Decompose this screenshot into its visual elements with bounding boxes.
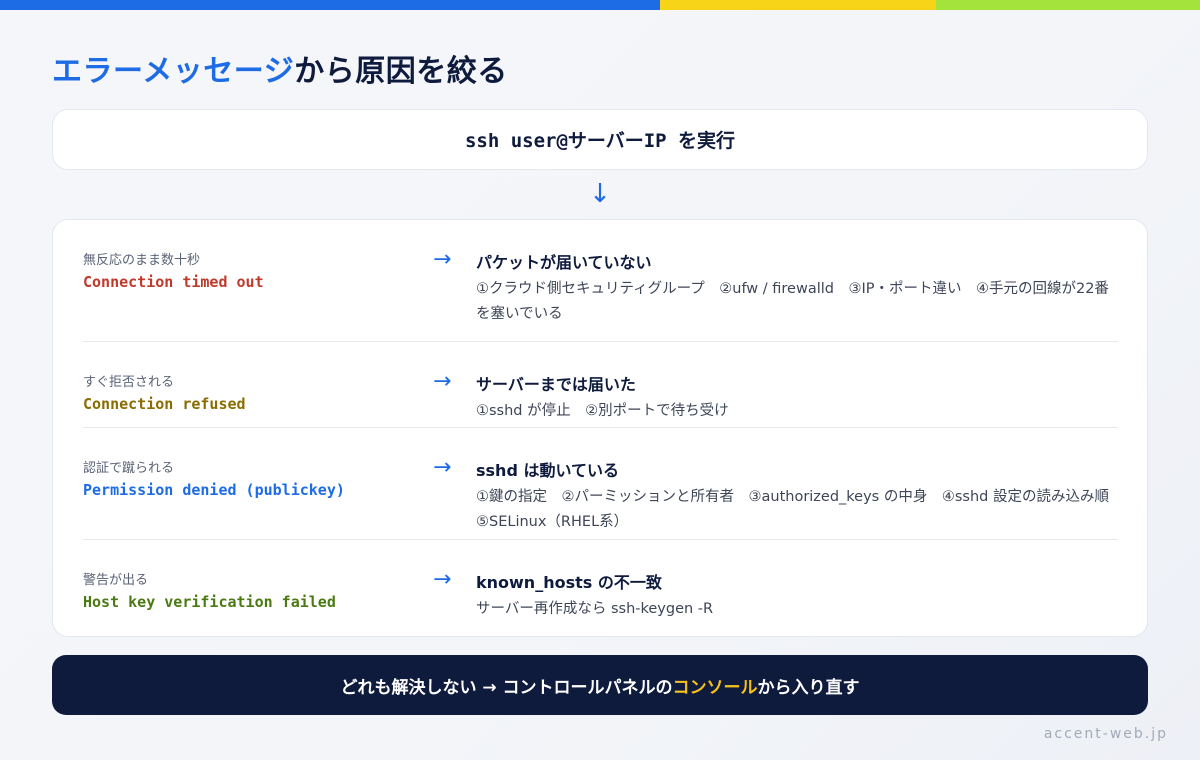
error-message: Permission denied (publickey) [83, 481, 345, 499]
command-text: ssh user@サーバーIP を実行 [464, 130, 736, 152]
error-row-permission-denied: 認証で蹴られる Permission denied (publickey) → … [83, 428, 1124, 540]
error-table-card: 無反応のまま数十秒 Connection timed out → パケットが届い… [52, 219, 1148, 637]
command-box: ssh user@サーバーIP を実行 [52, 109, 1148, 170]
error-message: Host key verification failed [83, 593, 336, 611]
causes-text: ①クラウド側セキュリティグループ ②ufw / firewalld ③IP・ポー… [476, 281, 1109, 322]
fallback-highlight: コンソール [672, 677, 758, 698]
symptom-label: 無反応のまま数十秒 [83, 253, 201, 268]
fallback-text-after: から入り直す [757, 677, 860, 698]
page-title-rest: から原因を絞る [294, 54, 508, 89]
diagnosis-heading: known_hosts の不一致 [476, 573, 662, 592]
fallback-text-before: どれも解決しない → コントロールパネルの [340, 677, 673, 698]
diagnosis-heading: sshd は動いている [476, 461, 619, 480]
diagnosis-heading: サーバーまでは届いた [476, 375, 636, 394]
symptom-label: 認証で蹴られる [83, 461, 175, 476]
error-message: Connection timed out [83, 273, 264, 291]
right-arrow-icon: → [433, 455, 452, 480]
diagnosis-heading: パケットが届いていない [476, 253, 652, 272]
right-arrow-icon: → [433, 247, 452, 272]
fallback-banner: どれも解決しない → コントロールパネルの コンソール から入り直す [52, 655, 1148, 715]
right-arrow-icon: → [433, 369, 452, 394]
stripe-yellow [660, 0, 936, 10]
causes-text: ①鍵の指定 ②パーミッションと所有者 ③authorized_keys の中身 … [476, 489, 1124, 530]
symptom-label: 警告が出る [83, 573, 149, 588]
top-color-stripe [0, 0, 1200, 10]
page-title: エラーメッセージから原因を絞る [52, 46, 508, 90]
causes-text: サーバー再作成なら ssh-keygen -R [476, 601, 714, 617]
stripe-blue [0, 0, 660, 10]
error-row-timeout: 無反応のまま数十秒 Connection timed out → パケットが届い… [83, 220, 1118, 342]
error-row-refused: すぐ拒否される Connection refused → サーバーまでは届いた … [83, 342, 1118, 428]
down-arrow-icon: ↓ [589, 179, 611, 209]
symptom-label: すぐ拒否される [83, 375, 175, 390]
page-title-accent: エラーメッセージ [52, 54, 295, 89]
causes-text: ①sshd が停止 ②別ポートで待ち受け [476, 403, 729, 419]
error-message: Connection refused [83, 395, 246, 413]
site-credit: accent-web.jp [1043, 726, 1168, 742]
right-arrow-icon: → [433, 567, 452, 592]
error-row-host-key: 警告が出る Host key verification failed → kno… [83, 540, 1118, 638]
stripe-green [936, 0, 1200, 10]
